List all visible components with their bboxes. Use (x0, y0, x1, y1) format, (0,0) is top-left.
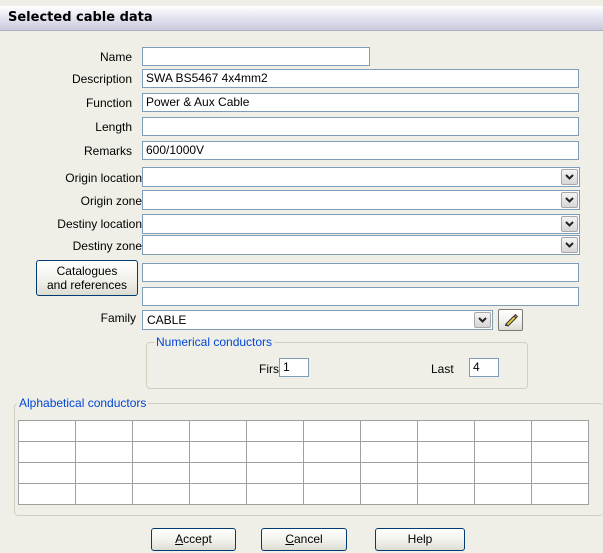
chevron-down-icon[interactable] (561, 237, 578, 253)
grid-cell[interactable] (360, 420, 418, 442)
cancel-label: ancel (293, 532, 323, 546)
grid-cell[interactable] (303, 441, 361, 463)
grid-cell[interactable] (18, 420, 76, 442)
accept-hotkey: A (175, 532, 184, 546)
grid-cell[interactable] (132, 462, 190, 484)
grid-cell[interactable] (360, 462, 418, 484)
length-field[interactable] (142, 117, 579, 136)
grid-cell[interactable] (417, 462, 475, 484)
grid-cell[interactable] (189, 483, 247, 505)
numerical-conductors-legend: Numerical conductors (154, 335, 275, 349)
family-value: CABLE (147, 313, 187, 327)
grid-cell[interactable] (246, 462, 304, 484)
accept-button[interactable]: Accept (151, 528, 236, 551)
origin-location-label: Origin location (65, 171, 142, 185)
grid-cell[interactable] (18, 483, 76, 505)
catalogues-button-line2: and references (46, 278, 128, 292)
grid-cell[interactable] (531, 483, 589, 505)
chevron-down-icon[interactable] (561, 192, 578, 208)
description-field[interactable]: SWA BS5467 4x4mm2 (142, 69, 579, 88)
destiny-location-select[interactable] (142, 214, 580, 234)
grid-cell[interactable] (246, 483, 304, 505)
catalogues-references-button[interactable]: Catalogues and references (36, 260, 138, 296)
grid-cell[interactable] (531, 462, 589, 484)
catalogues-button-line1: Catalogues (56, 264, 118, 278)
grid-cell[interactable] (360, 483, 418, 505)
name-field[interactable] (142, 47, 370, 66)
grid-cell[interactable] (189, 441, 247, 463)
grid-row (18, 483, 589, 505)
chevron-down-icon[interactable] (474, 312, 491, 328)
origin-zone-label: Origin zone (80, 194, 142, 208)
grid-cell[interactable] (246, 420, 304, 442)
origin-zone-select[interactable] (142, 190, 580, 210)
remarks-label: Remarks (83, 144, 132, 158)
title-bar: Selected cable data (0, 6, 603, 31)
destiny-location-label: Destiny location (57, 217, 142, 231)
grid-cell[interactable] (303, 462, 361, 484)
grid-cell[interactable] (531, 441, 589, 463)
grid-cell[interactable] (474, 441, 532, 463)
grid-cell[interactable] (18, 441, 76, 463)
alphabetical-conductors-grid (18, 420, 589, 505)
family-select[interactable]: CABLE (142, 310, 493, 330)
grid-row (18, 462, 589, 484)
grid-cell[interactable] (417, 483, 475, 505)
length-label: Length (95, 120, 132, 134)
grid-cell[interactable] (18, 462, 76, 484)
grid-cell[interactable] (132, 420, 190, 442)
edit-family-button[interactable] (498, 309, 523, 331)
grid-cell[interactable] (132, 483, 190, 505)
alphabetical-conductors-legend: Alphabetical conductors (17, 396, 149, 410)
chevron-down-icon[interactable] (561, 169, 578, 185)
origin-location-select[interactable] (142, 167, 580, 187)
last-label: Last (431, 362, 454, 376)
grid-cell[interactable] (417, 441, 475, 463)
grid-row (18, 420, 589, 442)
grid-cell[interactable] (474, 420, 532, 442)
description-label: Description (71, 72, 132, 86)
grid-cell[interactable] (303, 483, 361, 505)
dialog-window: Selected cable data Name Description SWA… (0, 0, 603, 553)
destiny-zone-select[interactable] (142, 235, 580, 255)
grid-cell[interactable] (474, 462, 532, 484)
help-label: Help (407, 532, 433, 546)
cancel-hotkey: C (285, 532, 294, 546)
accept-label: ccept (183, 532, 212, 546)
window-title: Selected cable data (8, 10, 153, 25)
grid-cell[interactable] (417, 420, 475, 442)
pencil-icon (503, 313, 519, 330)
grid-cell[interactable] (474, 483, 532, 505)
function-field[interactable]: Power & Aux Cable (142, 93, 579, 112)
grid-cell[interactable] (303, 420, 361, 442)
grid-cell[interactable] (132, 441, 190, 463)
grid-cell[interactable] (360, 441, 418, 463)
last-conductor-input[interactable]: 4 (469, 358, 499, 377)
first-conductor-input[interactable]: 1 (279, 358, 309, 377)
grid-cell[interactable] (189, 462, 247, 484)
grid-cell[interactable] (189, 420, 247, 442)
grid-cell[interactable] (75, 441, 133, 463)
grid-cell[interactable] (75, 483, 133, 505)
grid-cell[interactable] (246, 441, 304, 463)
catalogue-field-2[interactable] (142, 287, 579, 306)
name-label: Name (99, 50, 132, 64)
catalogue-field-1[interactable] (142, 263, 579, 282)
function-label: Function (85, 96, 132, 110)
remarks-field[interactable]: 600/1000V (142, 141, 579, 160)
family-label: Family (100, 311, 136, 325)
grid-cell[interactable] (75, 462, 133, 484)
chevron-down-icon[interactable] (561, 216, 578, 232)
grid-cell[interactable] (75, 420, 133, 442)
destiny-zone-label: Destiny zone (72, 239, 142, 253)
cancel-button[interactable]: Cancel (261, 528, 347, 551)
help-button[interactable]: Help (375, 528, 465, 551)
grid-cell[interactable] (531, 420, 589, 442)
numerical-conductors-group: Numerical conductors First 1 Last 4 (146, 335, 528, 389)
grid-row (18, 441, 589, 463)
